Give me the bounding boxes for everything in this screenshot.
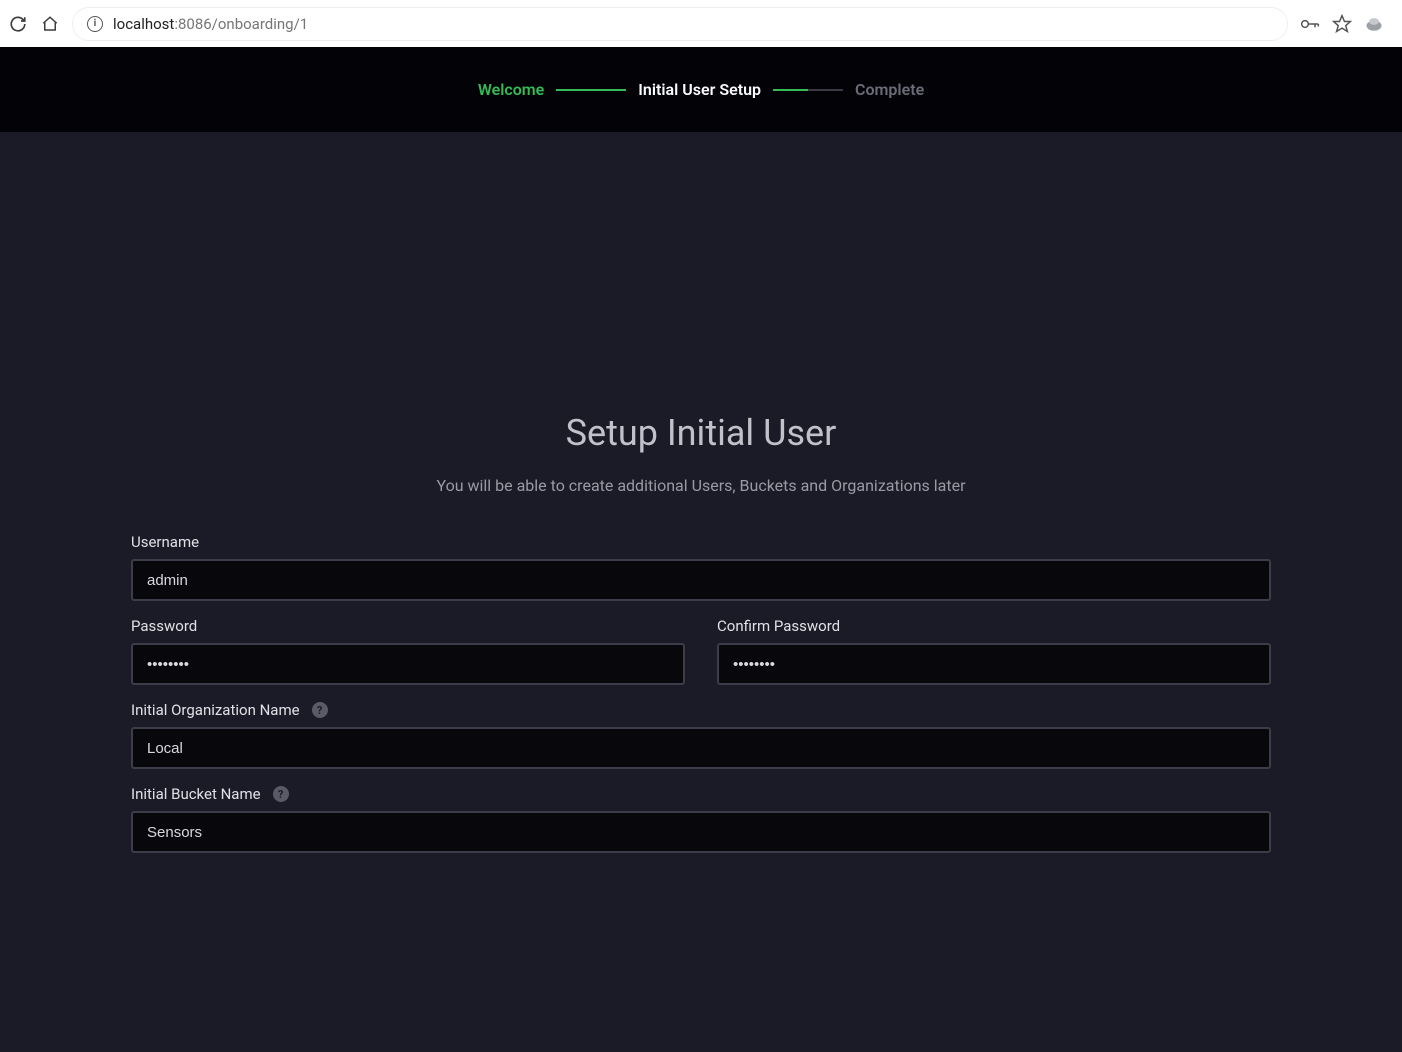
username-input[interactable] xyxy=(131,559,1271,601)
bucket-input[interactable] xyxy=(131,811,1271,853)
home-button[interactable] xyxy=(40,14,60,34)
page-subtitle: You will be able to create additional Us… xyxy=(131,476,1271,495)
onboarding-steps-header: Welcome Initial User Setup Complete xyxy=(0,47,1402,132)
step-complete: Complete xyxy=(847,80,932,99)
address-bar[interactable]: i localhost:8086/onboarding/1 xyxy=(72,7,1288,41)
site-info-icon[interactable]: i xyxy=(87,16,103,32)
extension-icon[interactable] xyxy=(1364,14,1384,34)
onboarding-body: Setup Initial User You will be able to c… xyxy=(0,132,1402,1052)
help-icon[interactable]: ? xyxy=(312,702,328,718)
step-welcome[interactable]: Welcome xyxy=(470,80,552,99)
step-connector xyxy=(773,89,843,91)
url-path: :8086/onboarding/1 xyxy=(174,15,308,33)
star-icon[interactable] xyxy=(1332,14,1352,34)
organization-label-text: Initial Organization Name xyxy=(131,701,300,719)
url-text: localhost:8086/onboarding/1 xyxy=(113,15,308,33)
username-label: Username xyxy=(131,533,1271,551)
step-connector xyxy=(556,89,626,91)
page-title: Setup Initial User xyxy=(131,412,1271,454)
password-label: Password xyxy=(131,617,685,635)
help-icon[interactable]: ? xyxy=(273,786,289,802)
confirm-password-input[interactable] xyxy=(717,643,1271,685)
bucket-label-text: Initial Bucket Name xyxy=(131,785,261,803)
password-key-icon[interactable] xyxy=(1300,14,1320,34)
organization-label: Initial Organization Name ? xyxy=(131,701,1271,719)
url-host: localhost xyxy=(113,15,174,33)
reload-button[interactable] xyxy=(8,14,28,34)
organization-input[interactable] xyxy=(131,727,1271,769)
confirm-password-label: Confirm Password xyxy=(717,617,1271,635)
bucket-label: Initial Bucket Name ? xyxy=(131,785,1271,803)
step-initial-user-setup[interactable]: Initial User Setup xyxy=(630,80,769,99)
password-input[interactable] xyxy=(131,643,685,685)
browser-toolbar: i localhost:8086/onboarding/1 xyxy=(0,0,1402,47)
